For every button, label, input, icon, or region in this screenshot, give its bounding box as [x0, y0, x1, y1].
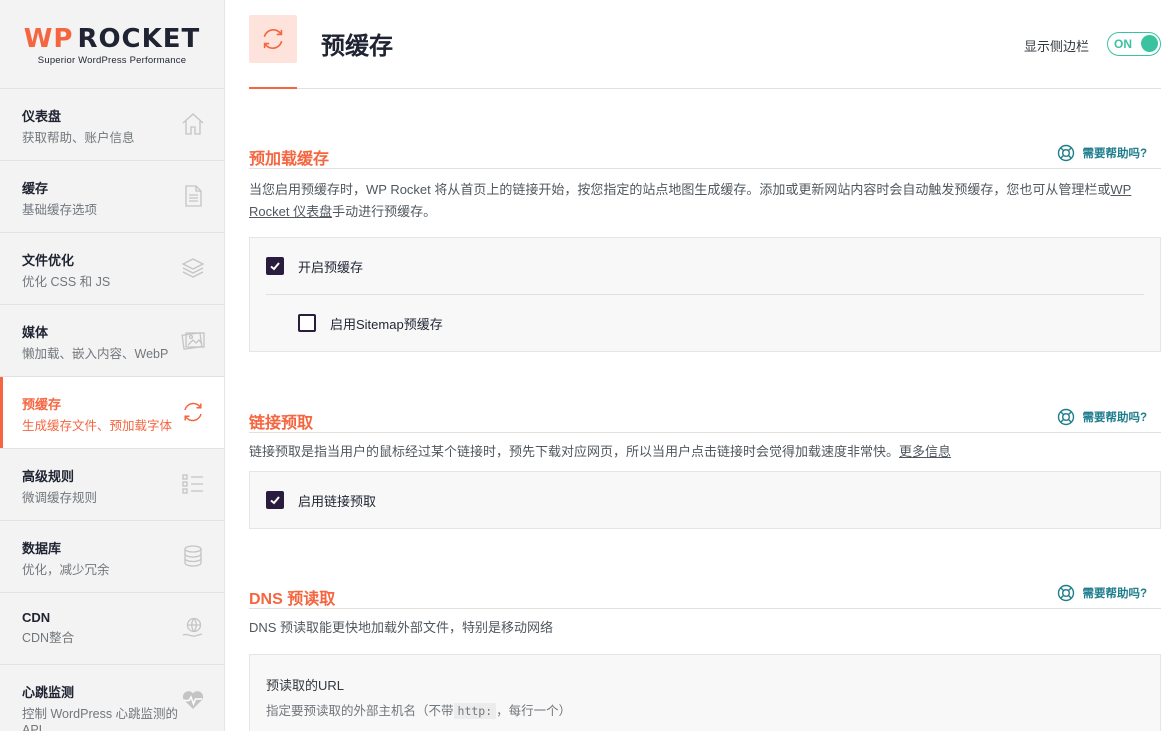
option-row: 启用链接预取 — [250, 472, 1160, 528]
enable-link-prefetch-label[interactable]: 启用链接预取 — [298, 491, 376, 510]
section-title: 链接预取 — [249, 415, 314, 432]
sidebar-item-file-optimization[interactable]: 文件优化 优化 CSS 和 JS — [0, 232, 224, 304]
link-prefetch-options-box: 启用链接预取 — [249, 471, 1161, 529]
enable-preload-label[interactable]: 开启预缓存 — [298, 257, 363, 276]
sidebar-item-heartbeat[interactable]: 心跳监测 控制 WordPress 心跳监测的 API — [0, 664, 224, 731]
dns-urls-hint: 指定要预读取的外部主机名（不带 http: ，每行一个） — [266, 700, 1144, 719]
hint-text: 指定要预读取的外部主机名（不带 — [266, 704, 454, 718]
dns-prefetch-section: DNS 预读取 需要帮助吗? DNS 预读取能更快地加载外部文件，特别是移动网络… — [249, 565, 1161, 731]
lifebuoy-icon — [1058, 144, 1075, 162]
sidebar-item-desc: 基础缓存选项 — [22, 203, 98, 217]
help-link[interactable]: 需要帮助吗? — [1057, 144, 1147, 162]
cdn-icon — [182, 617, 203, 637]
heartbeat-icon — [182, 691, 204, 709]
sidebar-item-media[interactable]: 媒体 懒加载、嵌入内容、WebP — [0, 304, 224, 376]
page-header: 预缓存 显示侧边栏 ON — [249, 0, 1161, 89]
section-description: DNS 预读取能更快地加载外部文件，特别是移动网络 — [249, 620, 554, 635]
refresh-icon — [263, 29, 283, 49]
home-icon — [182, 113, 204, 135]
option-row: 开启预缓存 — [250, 238, 1160, 294]
page-title: 预缓存 — [321, 33, 393, 60]
list-icon — [182, 474, 203, 494]
checkmark-icon — [270, 496, 280, 505]
database-icon — [184, 545, 202, 567]
section-header: 预加载缓存 需要帮助吗? — [249, 125, 1161, 169]
enable-link-prefetch-checkbox[interactable] — [266, 491, 284, 509]
sidebar-item-desc: CDN整合 — [22, 631, 75, 645]
option-row: 启用Sitemap预缓存 — [250, 295, 1160, 351]
link-prefetch-section: 链接预取 需要帮助吗? 链接预取是指当用户的鼠标经过某个链接时，预先下载对应网页… — [249, 389, 1161, 529]
section-header: 链接预取 需要帮助吗? — [249, 389, 1161, 433]
sidebar-item-desc: 控制 WordPress 心跳监测的 API — [22, 707, 179, 731]
help-label: 需要帮助吗? — [1082, 412, 1147, 424]
help-link[interactable]: 需要帮助吗? — [1057, 584, 1147, 602]
dns-urls-box[interactable]: 预读取的URL 指定要预读取的外部主机名（不带 http: ，每行一个） — [249, 654, 1161, 731]
checkmark-icon — [270, 262, 280, 271]
sidebar-item-cache[interactable]: 缓存 基础缓存选项 — [0, 160, 224, 232]
sidebar-item-dashboard[interactable]: 仪表盘 获取帮助、账户信息 — [0, 88, 224, 160]
toggle-knob — [1141, 35, 1158, 52]
section-title: DNS 预读取 — [249, 591, 336, 608]
sidebar-item-desc: 优化，减少冗余 — [22, 563, 110, 577]
sidebar-item-desc: 懒加载、嵌入内容、WebP — [22, 347, 169, 361]
help-link[interactable]: 需要帮助吗? — [1057, 408, 1147, 426]
hint-code: http: — [453, 703, 497, 719]
lifebuoy-icon — [1058, 408, 1075, 426]
dns-urls-label: 预读取的URL — [266, 678, 345, 693]
header-accent-underline — [249, 87, 297, 89]
document-icon — [185, 185, 202, 207]
show-sidebar-toggle[interactable]: ON — [1107, 32, 1161, 56]
more-info-link[interactable]: 更多信息 — [899, 444, 951, 459]
sidebar: WP ROCKET Superior WordPress Performance… — [0, 0, 225, 731]
images-icon — [181, 332, 205, 350]
logo-tagline: Superior WordPress Performance — [37, 55, 187, 66]
help-label: 需要帮助吗? — [1082, 148, 1147, 160]
section-description: 链接预取是指当用户的鼠标经过某个链接时，预先下载对应网页，所以当用户点击链接时会… — [249, 441, 1161, 463]
logo-wp: WP — [23, 24, 74, 54]
sidebar-item-desc: 优化 CSS 和 JS — [22, 275, 111, 289]
desc-text: 当您启用预缓存时，WP Rocket 将从首页上的链接开始，按您指定的站点地图生… — [249, 182, 1111, 197]
wp-rocket-logo[interactable]: WP ROCKET Superior WordPress Performance — [0, 0, 224, 88]
enable-preload-checkbox[interactable] — [266, 257, 284, 275]
sidebar-item-database[interactable]: 数据库 优化，减少冗余 — [0, 520, 224, 592]
layers-icon — [181, 258, 205, 278]
sidebar-item-desc: 获取帮助、账户信息 — [22, 131, 135, 145]
section-header: DNS 预读取 需要帮助吗? — [249, 565, 1161, 609]
sidebar-item-advanced-rules[interactable]: 高级规则 微调缓存规则 — [0, 448, 224, 520]
sidebar-item-cdn[interactable]: CDN CDN整合 — [0, 592, 224, 664]
main-content: 预缓存 显示侧边栏 ON 预加载缓存 需要帮助吗? 当您启用预缓存时，WP Ro… — [249, 0, 1161, 731]
hint-text: ，每行一个） — [496, 704, 572, 718]
sitemap-preload-label[interactable]: 启用Sitemap预缓存 — [330, 314, 443, 333]
desc-text: 链接预取是指当用户的鼠标经过某个链接时，预先下载对应网页，所以当用户点击链接时会… — [249, 444, 900, 459]
section-description: 当您启用预缓存时，WP Rocket 将从首页上的链接开始，按您指定的站点地图生… — [249, 179, 1161, 223]
preload-section: 预加载缓存 需要帮助吗? 当您启用预缓存时，WP Rocket 将从首页上的链接… — [249, 125, 1161, 352]
logo-wordmark: WP ROCKET — [24, 24, 201, 54]
sidebar-item-desc: 微调缓存规则 — [22, 491, 98, 505]
refresh-icon — [184, 402, 202, 422]
sitemap-preload-checkbox[interactable] — [298, 314, 316, 332]
desc-text: 手动进行预缓存。 — [332, 204, 437, 219]
sidebar-item-preload[interactable]: 预缓存 生成缓存文件、预加载字体 — [0, 376, 224, 448]
logo-rocket: ROCKET — [77, 24, 201, 54]
preload-options-box: 开启预缓存 启用Sitemap预缓存 — [249, 237, 1161, 352]
toggle-state-text: ON — [1114, 37, 1132, 51]
sidebar-item-desc: 生成缓存文件、预加载字体 — [22, 419, 173, 433]
show-sidebar-label: 显示侧边栏 — [1023, 39, 1089, 54]
section-title: 预加载缓存 — [249, 151, 330, 168]
page-icon — [249, 15, 297, 63]
lifebuoy-icon — [1058, 584, 1075, 602]
help-label: 需要帮助吗? — [1082, 588, 1147, 600]
